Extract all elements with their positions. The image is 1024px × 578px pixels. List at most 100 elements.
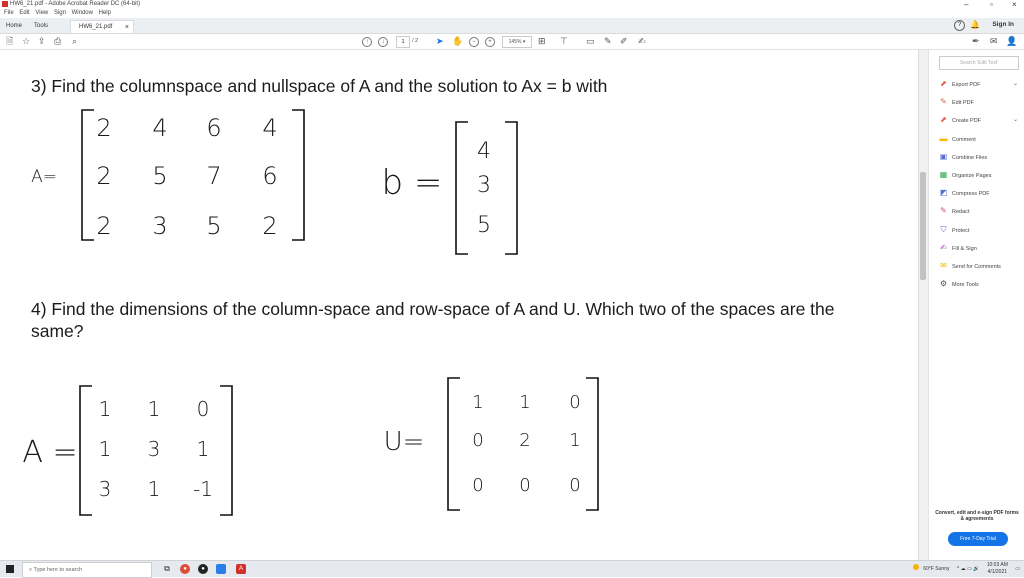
matrix-a-cell: 4 — [152, 114, 167, 142]
more-tools-icon: ⚙ — [939, 279, 948, 289]
zoom-in-icon[interactable]: + — [485, 37, 495, 47]
tool-fill-sign[interactable]: ✍ Fill & Sign — [939, 242, 977, 254]
tool-edit-pdf[interactable]: ✎ Edit PDF — [939, 96, 974, 108]
print-icon[interactable]: ⎙ — [54, 34, 61, 49]
tab-document[interactable]: HW6_21.pdf × — [70, 20, 134, 33]
tool-create-pdf[interactable]: ⬈ Create PDF ⌄ — [939, 114, 1018, 126]
next-page-icon[interactable]: ↓ — [378, 37, 388, 47]
page-total: / 2 — [412, 38, 419, 44]
chevron-down-icon[interactable]: ⌄ — [1013, 78, 1018, 90]
mail-icon[interactable]: ✉ — [990, 34, 998, 49]
export-pdf-icon: ⬈ — [940, 79, 947, 88]
fill-sign-icon[interactable]: ✍ — [638, 34, 646, 49]
create-icon[interactable]: 🗎 — [6, 34, 13, 49]
tool-export-pdf[interactable]: ⬈ Export PDF ⌄ — [939, 78, 1018, 90]
zoom-select[interactable]: 145% ▾ — [502, 36, 532, 48]
tab-bar: Home Tools HW6_21.pdf × — [0, 18, 1024, 34]
vertical-scrollbar[interactable] — [918, 50, 928, 560]
chevron-down-icon[interactable]: ⌄ — [1013, 114, 1018, 126]
tool-label: Export PDF — [952, 82, 981, 88]
maximize-button[interactable]: ▫ — [990, 0, 993, 9]
zoom-out-icon[interactable]: − — [469, 37, 479, 47]
sign-icon[interactable]: ✒ — [972, 34, 980, 49]
browser-icon[interactable]: ● — [198, 564, 208, 574]
tool-more-tools[interactable]: ⚙ More Tools — [939, 278, 979, 290]
menu-sign[interactable]: Sign — [54, 10, 66, 16]
fill-sign-icon: ✍ — [940, 242, 947, 252]
free-trial-button[interactable]: Free 7-Day Trial — [948, 532, 1008, 546]
matrix-a-cell: 6 — [262, 162, 277, 190]
tool-label: More Tools — [952, 282, 979, 289]
bookmark-star-icon[interactable]: ☆ — [22, 34, 30, 49]
draw-icon[interactable]: ✐ — [620, 34, 628, 49]
matrix-a2-cell: 3 — [99, 477, 112, 501]
page-number-input[interactable]: 1 — [396, 36, 410, 48]
tool-organize-pages[interactable]: ▦ Organize Pages — [939, 169, 992, 181]
matrix-u-cell: 0 — [519, 475, 530, 496]
taskbar-search-placeholder: Type here to search — [33, 567, 83, 573]
weather-text[interactable]: 60°F Sunny — [923, 566, 949, 572]
vector-b-right-bracket — [505, 121, 518, 255]
tool-label: Combine Files — [952, 154, 988, 161]
tab-tools[interactable]: Tools — [34, 20, 58, 33]
tool-redact[interactable]: ✎ Redact — [939, 205, 969, 217]
share-user-icon[interactable]: 👤 — [1006, 34, 1017, 49]
search-icon: ⌕ — [29, 567, 33, 573]
tool-send-comments[interactable]: ✉ Send for Comments — [939, 260, 1001, 272]
edit-pdf-icon: ✎ — [940, 97, 947, 107]
tool-label: Edit PDF — [952, 100, 975, 107]
file-explorer-icon[interactable] — [216, 564, 226, 574]
tool-combine-files[interactable]: ▣ Combine Files — [939, 151, 987, 163]
matrix-a-left-bracket — [81, 109, 94, 241]
fit-page-icon[interactable]: ⊞ — [538, 34, 546, 49]
menu-file[interactable]: File — [4, 10, 14, 16]
find-icon[interactable]: ⌕ — [72, 34, 77, 49]
share-icon[interactable]: ⇪ — [38, 34, 46, 49]
close-tab-icon[interactable]: × — [125, 21, 129, 34]
tab-home[interactable]: Home — [6, 20, 26, 33]
promo-text: Convert, edit and e-sign PDF forms & agr… — [935, 510, 1019, 522]
tool-label: Fill & Sign — [952, 245, 977, 252]
help-icon[interactable]: ? — [954, 20, 965, 31]
chrome-icon[interactable]: ● — [180, 564, 190, 574]
acrobat-icon — [2, 1, 8, 7]
comment-icon[interactable]: ▭ — [586, 34, 595, 49]
tool-compress-pdf[interactable]: ◩ Compress PDF — [939, 187, 990, 199]
comment-icon: ▬ — [939, 133, 948, 143]
tool-label: Comment — [952, 136, 976, 143]
notifications-icon[interactable]: ▭ — [1015, 566, 1020, 572]
matrix-u-cell: 2 — [519, 430, 530, 451]
sign-in-button[interactable]: Sign In — [992, 21, 1014, 28]
windows-start-icon[interactable] — [6, 565, 14, 573]
select-cursor-icon[interactable]: ➤ — [436, 34, 444, 49]
search-tools-input[interactable]: Search 'Edit Text' — [939, 56, 1019, 70]
previous-page-icon[interactable]: ↑ — [362, 37, 372, 47]
tool-comment[interactable]: ▬ Comment — [939, 133, 976, 145]
menu-window[interactable]: Window — [72, 10, 93, 16]
matrix-u-cell: 1 — [472, 392, 483, 413]
tray-icons[interactable]: ^ ☁ ▭ 🔊 — [957, 566, 979, 572]
close-window-button[interactable]: × — [1012, 0, 1017, 9]
redact-icon: ✎ — [940, 206, 947, 216]
menu-edit[interactable]: Edit — [19, 10, 29, 16]
acrobat-taskbar-icon[interactable]: A — [236, 564, 246, 574]
document-viewer[interactable]: 3) Find the columnspace and nullspace of… — [0, 50, 918, 560]
task-view-icon[interactable]: ⧉ — [162, 564, 172, 574]
menu-bar: File Edit View Sign Window Help — [0, 9, 1024, 18]
matrix-a2-left-bracket — [79, 385, 92, 516]
tool-protect[interactable]: ⛉ Protect — [939, 224, 970, 236]
scrollbar-thumb[interactable] — [920, 172, 926, 280]
minimize-button[interactable]: – — [964, 0, 968, 9]
hand-tool-icon[interactable]: ✋ — [452, 34, 463, 49]
matrix-a2-cell: -1 — [193, 477, 213, 501]
matrix-u-cell: 0 — [472, 475, 483, 496]
tool-label: Create PDF — [952, 118, 982, 125]
vector-b-left-bracket — [455, 121, 468, 255]
highlight-pen-icon[interactable]: ✎ — [604, 34, 612, 49]
menu-help[interactable]: Help — [99, 10, 111, 16]
notification-bell-icon[interactable]: 🔔 — [970, 20, 980, 29]
combine-files-icon: ▣ — [939, 151, 948, 161]
scroll-mode-icon[interactable]: ⊤ — [560, 34, 568, 49]
menu-view[interactable]: View — [35, 10, 48, 16]
vector-b-cell: 5 — [477, 213, 491, 238]
